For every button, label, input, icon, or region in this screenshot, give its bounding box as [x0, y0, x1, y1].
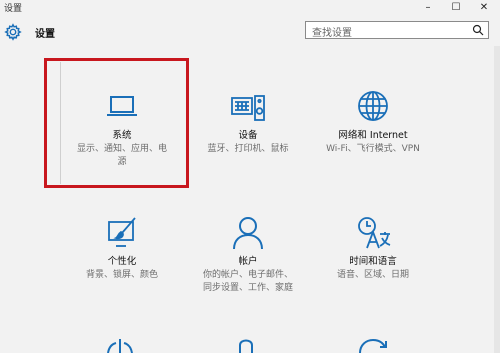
search-input[interactable]: 查找设置: [305, 21, 489, 39]
item-description: 语音、区域、日期: [336, 270, 409, 280]
maximize-button[interactable]: ☐: [442, 0, 470, 14]
minimize-button[interactable]: –: [414, 0, 442, 14]
gear-icon: [4, 23, 22, 41]
search-placeholder: 查找设置: [312, 28, 352, 39]
item-label: 设备: [238, 130, 258, 141]
item-description: 你的帐户、电子邮件、: [202, 270, 293, 280]
item-description: Wi-Fi、飞行模式、VPN: [326, 144, 420, 154]
close-button[interactable]: ✕: [470, 0, 498, 14]
settings-item-network[interactable]: 网络和 Internet Wi-Fi、飞行模式、VPN: [303, 88, 443, 155]
item-label: 时间和语言: [349, 256, 397, 267]
keyboard-speaker-icon: [231, 95, 265, 121]
lock-icon: [239, 339, 253, 353]
window-title: 设置: [4, 4, 23, 14]
page-title: 设置: [35, 29, 55, 40]
laptop-icon: [107, 96, 137, 116]
update-icon: [359, 338, 387, 353]
settings-item-accounts[interactable]: 帐户 你的帐户、电子邮件、 同步设置、工作、家庭: [178, 214, 318, 294]
item-label: 个性化: [107, 256, 137, 267]
item-label: 系统: [112, 130, 132, 141]
globe-icon: [358, 91, 388, 121]
item-description-2: 同步设置、工作、家庭: [202, 283, 293, 293]
item-description: 显示、通知、应用、电: [76, 144, 167, 154]
item-label: 网络和 Internet: [338, 130, 408, 141]
item-label: 帐户: [238, 256, 258, 267]
settings-item-system[interactable]: 系统 显示、通知、应用、电 源: [52, 88, 192, 168]
settings-item-personalization[interactable]: 个性化 背景、锁屏、颜色: [52, 214, 192, 281]
settings-item-time-language[interactable]: 时间和语言 语音、区域、日期: [303, 214, 443, 281]
item-description: 蓝牙、打印机、鼠标: [207, 144, 289, 154]
person-icon: [233, 217, 263, 250]
scrollbar[interactable]: [494, 46, 500, 353]
item-description-2: 源: [117, 157, 127, 167]
time-language-icon: [358, 217, 391, 249]
ease-of-access-icon: [107, 339, 133, 353]
search-icon[interactable]: [472, 24, 484, 36]
title-bar: 设置 – ☐ ✕: [0, 0, 500, 15]
settings-item-devices[interactable]: 设备 蓝牙、打印机、鼠标: [178, 88, 318, 155]
paint-icon: [108, 217, 136, 247]
item-description: 背景、锁屏、颜色: [85, 270, 158, 280]
